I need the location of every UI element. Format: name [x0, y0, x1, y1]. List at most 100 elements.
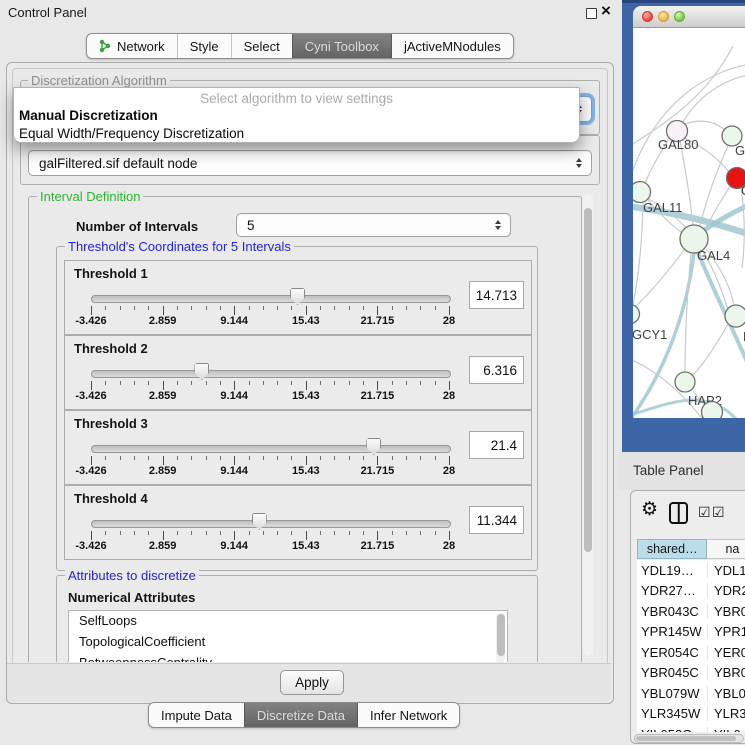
- close-icon[interactable]: ×: [601, 1, 611, 21]
- tab-jactivemnodules[interactable]: jActiveMNodules: [391, 34, 513, 58]
- cell[interactable]: YBL0: [708, 686, 745, 701]
- network-node[interactable]: [675, 372, 695, 392]
- cell[interactable]: YER0: [708, 645, 745, 660]
- cell[interactable]: YPR1: [708, 624, 745, 639]
- scrollbar-thumb[interactable]: [584, 208, 592, 552]
- network-edge[interactable]: [633, 358, 705, 418]
- table-data-combobox[interactable]: galFiltered.sif default node: [28, 150, 592, 176]
- cell[interactable]: YPR145W: [637, 624, 708, 639]
- network-edge[interactable]: [741, 188, 744, 268]
- scrollbar-thumb[interactable]: [497, 614, 505, 656]
- cell[interactable]: YDR27…: [637, 583, 708, 598]
- network-node[interactable]: [702, 402, 723, 419]
- cell[interactable]: YLR3: [708, 706, 745, 721]
- float-window-icon[interactable]: [586, 8, 597, 19]
- cell[interactable]: YIL052C: [637, 727, 708, 732]
- cell[interactable]: YDL1: [708, 563, 745, 578]
- algorithm-group-title: Discretization Algorithm: [28, 73, 170, 88]
- column-header-shared-name[interactable]: shared…: [637, 539, 707, 559]
- network-window-titlebar[interactable]: [633, 6, 745, 28]
- table-row[interactable]: YBL079WYBL0: [637, 683, 745, 704]
- table-row[interactable]: YPR145WYPR1: [637, 622, 745, 643]
- scrollbar-thumb[interactable]: [636, 736, 736, 741]
- cell[interactable]: YDR2: [708, 583, 745, 598]
- apply-button[interactable]: Apply: [280, 670, 344, 695]
- split-columns-icon[interactable]: [669, 502, 688, 524]
- table-horizontal-scrollbar[interactable]: [634, 734, 744, 743]
- threshold-2-slider-track[interactable]: [91, 370, 451, 378]
- cell[interactable]: YBR043C: [637, 604, 708, 619]
- checkbox-icon[interactable]: ☑: [712, 504, 725, 521]
- gear-icon[interactable]: ⚙: [641, 498, 658, 521]
- network-node-label: GAL4: [697, 248, 730, 263]
- cell[interactable]: YDL19…: [637, 563, 708, 578]
- number-of-intervals-spinner[interactable]: 5: [236, 213, 511, 237]
- table-row[interactable]: YBR045CYBR0: [637, 663, 745, 684]
- tab-discretize-data[interactable]: Discretize Data: [244, 703, 357, 727]
- slider-tick-labels: -3.4262.8599.14415.4321.71528: [65, 465, 531, 479]
- network-edge[interactable]: [633, 64, 745, 188]
- threshold-3-slider-track[interactable]: [91, 445, 451, 453]
- network-node[interactable]: [725, 305, 745, 327]
- cell[interactable]: YER054C: [637, 645, 708, 660]
- tab-select[interactable]: Select: [231, 34, 292, 58]
- cell[interactable]: YBR045C: [637, 665, 708, 680]
- settings-scrollbar[interactable]: [583, 194, 593, 656]
- zoom-traffic-light-icon[interactable]: [674, 11, 685, 22]
- close-traffic-light-icon[interactable]: [642, 11, 653, 22]
- column-header-name[interactable]: na: [707, 539, 745, 559]
- threshold-4-slider-track[interactable]: [91, 520, 451, 528]
- threshold-3-value-field[interactable]: 21.4: [469, 431, 524, 459]
- cell[interactable]: YIL0: [708, 727, 741, 732]
- list-item[interactable]: TopologicalCoefficient: [69, 632, 507, 653]
- list-item[interactable]: SelfLoops: [69, 611, 507, 632]
- interval-definition-groupbox: Interval Definition Number of Intervals …: [28, 196, 582, 662]
- table-row[interactable]: YLR345WYLR3: [637, 704, 745, 725]
- interval-definition-title: Interval Definition: [37, 189, 143, 204]
- number-of-intervals-value: 5: [247, 218, 255, 233]
- tab-label: Impute Data: [161, 708, 232, 723]
- popup-item-equal-width-frequency[interactable]: Equal Width/Frequency Discretization: [14, 125, 579, 143]
- network-node-label: C: [741, 183, 745, 198]
- table-body[interactable]: YDL19…YDL1 YDR27…YDR2 YBR043CYBR0 YPR145…: [637, 560, 745, 732]
- popup-placeholder-item[interactable]: Select algorithm to view settings: [14, 88, 579, 107]
- table-row[interactable]: YDR27…YDR2: [637, 581, 745, 602]
- network-edge[interactable]: [683, 74, 745, 122]
- threshold-1-slider-track[interactable]: [91, 295, 451, 303]
- network-node-label: GCY1: [633, 327, 667, 342]
- network-edge[interactable]: [685, 121, 725, 130]
- attributes-list[interactable]: SelfLoops TopologicalCoefficient Between…: [68, 610, 508, 662]
- network-canvas[interactable]: GAL80GACGAL11GAL4GCY1HHAP2: [633, 28, 745, 418]
- stepper-arrows-icon: [495, 217, 501, 233]
- table-row[interactable]: YDL19…YDL1: [637, 560, 745, 581]
- cell[interactable]: YBL079W: [637, 686, 708, 701]
- popup-item-manual-discretization[interactable]: Manual Discretization: [14, 107, 579, 125]
- network-icon: [99, 39, 112, 53]
- minimize-traffic-light-icon[interactable]: [658, 11, 669, 22]
- network-edge[interactable]: [633, 203, 643, 305]
- network-edge[interactable]: [693, 324, 728, 375]
- threshold-1-value-field[interactable]: 14.713: [469, 281, 524, 309]
- table-row[interactable]: YIL052CYIL0: [637, 724, 745, 732]
- tab-cyni-toolbox[interactable]: Cyni Toolbox: [292, 34, 391, 58]
- tab-infer-network[interactable]: Infer Network: [357, 703, 459, 727]
- cell[interactable]: YLR345W: [637, 706, 708, 721]
- network-edge[interactable]: [635, 250, 684, 307]
- tab-impute-data[interactable]: Impute Data: [149, 703, 244, 727]
- table-data-selected-value: galFiltered.sif default node: [39, 156, 197, 171]
- tab-network[interactable]: Network: [87, 34, 177, 58]
- network-node[interactable]: [633, 305, 640, 324]
- cell[interactable]: YBR0: [708, 665, 745, 680]
- table-panel-title: Table Panel: [633, 463, 704, 478]
- tab-style[interactable]: Style: [177, 34, 231, 58]
- table-row[interactable]: YBR043CYBR0: [637, 601, 745, 622]
- tab-label: Infer Network: [370, 708, 447, 723]
- cell[interactable]: YBR0: [708, 604, 745, 619]
- threshold-2-value-field[interactable]: 6.316: [469, 356, 524, 384]
- table-row[interactable]: YER054CYER0: [637, 642, 745, 663]
- threshold-4-value-field[interactable]: 11.344: [469, 506, 524, 534]
- list-item[interactable]: BetweennessCentrality: [69, 653, 507, 662]
- settings-scroll-viewport: Interval Definition Number of Intervals …: [20, 188, 598, 662]
- checkbox-icon[interactable]: ☑: [698, 504, 711, 521]
- attributes-list-scrollbar[interactable]: [496, 613, 505, 662]
